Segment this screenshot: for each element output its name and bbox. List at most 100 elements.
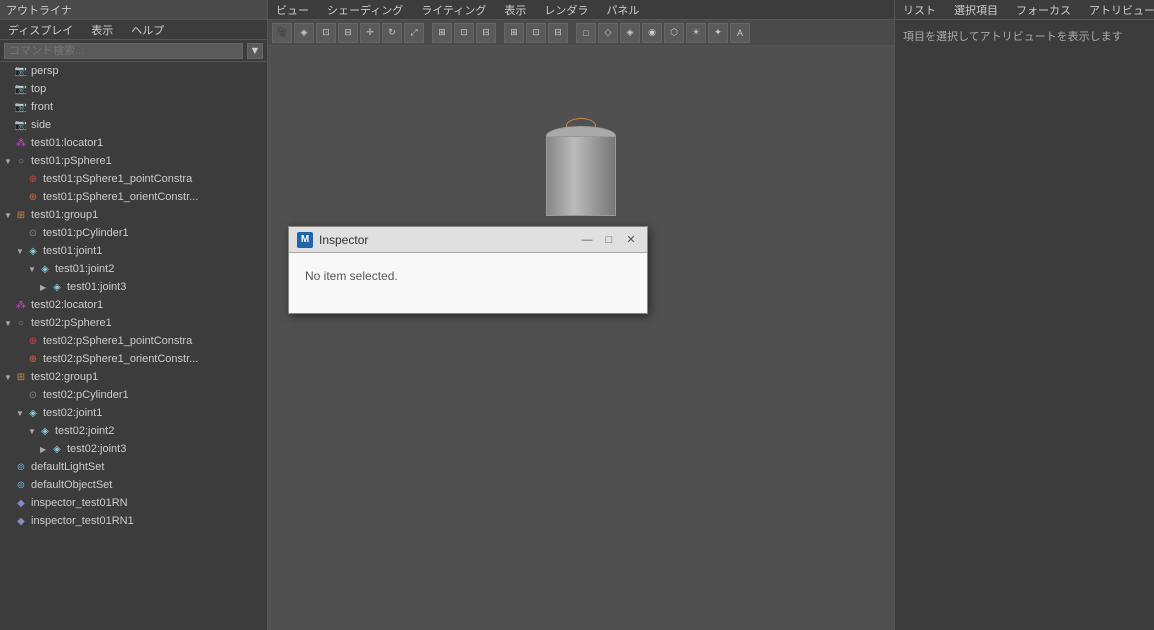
toolbar-btn-cam[interactable]: 🎥: [272, 23, 292, 43]
tree-label: test02:pSphere1_pointConstra: [43, 335, 192, 347]
tree-item[interactable]: ⁂ test01:locator1: [0, 134, 267, 152]
toolbar-btn-poly3[interactable]: ◈: [620, 23, 640, 43]
tree-label: inspector_test01RN: [31, 497, 128, 509]
tree-icon-joint: ◈: [50, 280, 64, 294]
viewport-menu-shading[interactable]: シェーディング: [323, 0, 407, 20]
tree-item[interactable]: ⊚ defaultLightSet: [0, 458, 267, 476]
tree-item[interactable]: ▶ ◈ test01:joint3: [0, 278, 267, 296]
tree-item[interactable]: ◆ inspector_test01RN1: [0, 512, 267, 530]
viewport-menu-show[interactable]: 表示: [500, 0, 530, 20]
tree-item[interactable]: 📷 side: [0, 116, 267, 134]
tree-item[interactable]: ▼ ◈ test02:joint1: [0, 404, 267, 422]
tree-label: test01:locator1: [31, 137, 103, 149]
tree-expand-btn[interactable]: ▼: [4, 319, 14, 328]
tree-label: test01:pSphere1_orientConstr...: [43, 191, 198, 203]
tree-label: defaultObjectSet: [31, 479, 112, 491]
viewport-menu-renderer[interactable]: レンダラ: [540, 0, 592, 20]
tree-item[interactable]: 📷 front: [0, 98, 267, 116]
tree-item[interactable]: ⊚ defaultObjectSet: [0, 476, 267, 494]
tree-item[interactable]: ⊕ test01:pSphere1_orientConstr...: [0, 188, 267, 206]
attr-panel: リスト 選択項目 フォーカス アトリビュート ディスプレイ 表示 ヘルプ 項目を…: [894, 0, 1154, 630]
toolbar-btn-iso1[interactable]: ⊞: [504, 23, 524, 43]
tree-icon-ref: ◆: [14, 496, 28, 510]
tree-item[interactable]: ▼ ○ test02:pSphere1: [0, 314, 267, 332]
toolbar-btn-paint[interactable]: ⊟: [338, 23, 358, 43]
search-input[interactable]: [4, 43, 243, 59]
toolbar-btn-grid[interactable]: ⊞: [432, 23, 452, 43]
toolbar-btn-poly2[interactable]: ◇: [598, 23, 618, 43]
toolbar-btn-snap2[interactable]: ⊟: [476, 23, 496, 43]
tree-item[interactable]: ⊙ test01:pCylinder1: [0, 224, 267, 242]
toolbar-btn-iso2[interactable]: ⊡: [526, 23, 546, 43]
tree-expand-btn[interactable]: ▼: [16, 247, 26, 256]
tree-icon-ref: ◆: [14, 514, 28, 528]
viewport-menu-view[interactable]: ビュー: [272, 0, 313, 20]
toolbar-btn-lasso[interactable]: ⊡: [316, 23, 336, 43]
viewport-canvas[interactable]: M Inspector — □ ✕ No item selected.: [268, 46, 894, 630]
attr-menu-list[interactable]: リスト: [899, 0, 940, 20]
toolbar-btn-light2[interactable]: ✦: [708, 23, 728, 43]
tree-expand-btn: ▶: [40, 445, 50, 454]
outliner-title: アウトライナ: [0, 0, 267, 20]
tree-expand-btn: ▶: [40, 283, 50, 292]
tree-label: test01:joint2: [55, 263, 114, 275]
outliner-menu-display[interactable]: ディスプレイ: [4, 20, 77, 40]
tree-label: test02:locator1: [31, 299, 103, 311]
tree-item[interactable]: ▼ ⊞ test02:group1: [0, 368, 267, 386]
tree-item[interactable]: ▶ ◈ test02:joint3: [0, 440, 267, 458]
attr-menu-attr[interactable]: アトリビュート: [1085, 0, 1154, 20]
tree-expand-btn[interactable]: ▼: [4, 211, 14, 220]
tree-item[interactable]: ⊕ test02:pSphere1_pointConstra: [0, 332, 267, 350]
tree-label: test01:group1: [31, 209, 98, 221]
tree-item[interactable]: ▼ ○ test01:pSphere1: [0, 152, 267, 170]
toolbar-btn-aa[interactable]: A: [730, 23, 750, 43]
outliner-menu-help[interactable]: ヘルプ: [127, 20, 168, 40]
tree-expand-btn[interactable]: ▼: [28, 427, 38, 436]
tree-item[interactable]: ⊕ test02:pSphere1_orientConstr...: [0, 350, 267, 368]
toolbar-btn-poly5[interactable]: ⬡: [664, 23, 684, 43]
toolbar-btn-poly1[interactable]: □: [576, 23, 596, 43]
tree-icon-cylinder: ⊙: [26, 226, 40, 240]
toolbar-btn-scl[interactable]: ⤢: [404, 23, 424, 43]
tree-item[interactable]: ▼ ◈ test02:joint2: [0, 422, 267, 440]
toolbar-btn-snap1[interactable]: ⊡: [454, 23, 474, 43]
tree-expand-btn[interactable]: ▼: [4, 157, 14, 166]
tree-item[interactable]: ⁂ test02:locator1: [0, 296, 267, 314]
attr-menu-focus[interactable]: フォーカス: [1012, 0, 1075, 20]
tree-item[interactable]: 📷 persp: [0, 62, 267, 80]
outliner-panel: アウトライナ ディスプレイ 表示 ヘルプ ▼ 📷 persp 📷 top 📷 f…: [0, 0, 268, 630]
viewport-menu-panel[interactable]: パネル: [602, 0, 643, 20]
attr-menu-selection[interactable]: 選択項目: [950, 0, 1002, 20]
toolbar-btn-rot[interactable]: ↻: [382, 23, 402, 43]
inspector-minimize-button[interactable]: —: [579, 232, 595, 248]
tree-label: test02:pSphere1: [31, 317, 112, 329]
tree-item[interactable]: 📷 top: [0, 80, 267, 98]
outliner-menu-view[interactable]: 表示: [87, 20, 117, 40]
toolbar-btn-light1[interactable]: ☀: [686, 23, 706, 43]
toolbar-btn-iso3[interactable]: ⊟: [548, 23, 568, 43]
tree-item[interactable]: ⊙ test02:pCylinder1: [0, 386, 267, 404]
tree-item[interactable]: ◆ inspector_test01RN: [0, 494, 267, 512]
inspector-close-button[interactable]: ✕: [623, 232, 639, 248]
tree-expand-btn[interactable]: ▼: [28, 265, 38, 274]
toolbar-btn-move[interactable]: ✛: [360, 23, 380, 43]
viewport-menu-lighting[interactable]: ライティング: [417, 0, 490, 20]
toolbar-btn-sel[interactable]: ◈: [294, 23, 314, 43]
inspector-dialog: M Inspector — □ ✕ No item selected.: [288, 226, 648, 314]
toolbar-btn-poly4[interactable]: ◉: [642, 23, 662, 43]
viewport-toolbar: 🎥 ◈ ⊡ ⊟ ✛ ↻ ⤢ ⊞ ⊡ ⊟ ⊞ ⊡ ⊟ □ ◇ ◈ ◉ ⬡ ☀ ✦ …: [268, 20, 894, 46]
tree-item[interactable]: ▼ ◈ test01:joint1: [0, 242, 267, 260]
inspector-body: No item selected.: [289, 253, 647, 313]
outliner-tree[interactable]: 📷 persp 📷 top 📷 front 📷 side ⁂ test01:lo…: [0, 62, 267, 630]
tree-item[interactable]: ▼ ⊞ test01:group1: [0, 206, 267, 224]
tree-icon-camera: 📷: [14, 64, 28, 78]
inspector-maximize-button[interactable]: □: [601, 232, 617, 248]
tree-icon-cylinder: ⊙: [26, 388, 40, 402]
tree-icon-constraint-orient: ⊕: [26, 352, 40, 366]
tree-expand-btn[interactable]: ▼: [4, 373, 14, 382]
outliner-menu-bar: ディスプレイ 表示 ヘルプ: [0, 20, 267, 40]
tree-expand-btn[interactable]: ▼: [16, 409, 26, 418]
tree-item[interactable]: ▼ ◈ test01:joint2: [0, 260, 267, 278]
tree-item[interactable]: ⊕ test01:pSphere1_pointConstra: [0, 170, 267, 188]
search-dropdown[interactable]: ▼: [247, 43, 263, 59]
